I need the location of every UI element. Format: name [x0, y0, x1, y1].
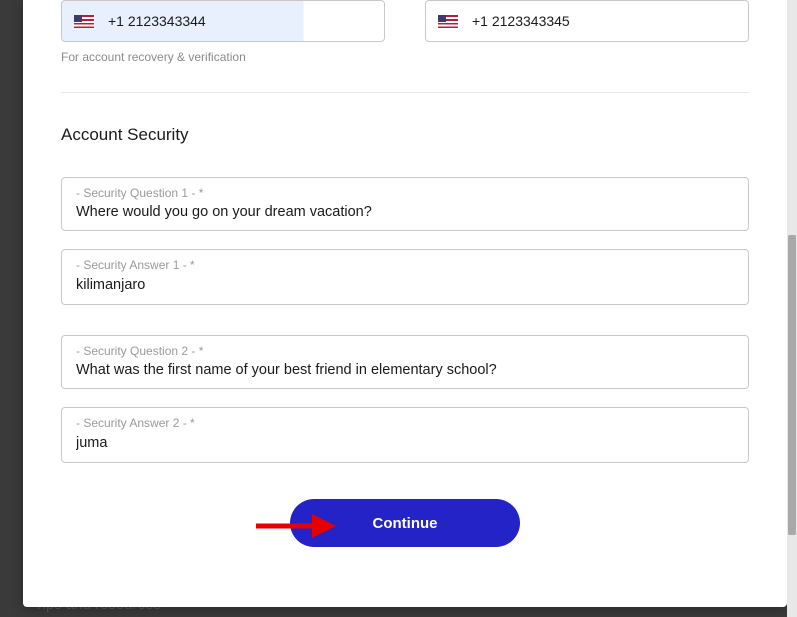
field-label: - Security Answer 1 - * — [76, 258, 734, 272]
security-question-1-field[interactable]: - Security Question 1 - * Where would yo… — [61, 177, 749, 231]
field-label: - Security Answer 2 - * — [76, 416, 734, 430]
field-label: - Security Question 1 - * — [76, 186, 734, 200]
phone-helper-text: For account recovery & verification — [61, 50, 749, 64]
phone-2-value: +1 2123343345 — [472, 13, 570, 29]
security-answer-1-field[interactable]: - Security Answer 1 - * — [61, 249, 749, 305]
us-flag-icon — [438, 15, 458, 28]
phone-input-2[interactable]: +1 2123343345 — [425, 0, 749, 42]
us-flag-icon — [74, 15, 94, 28]
security-answer-2-field[interactable]: - Security Answer 2 - * — [61, 407, 749, 463]
page-scrollbar-thumb[interactable] — [788, 235, 796, 535]
form-modal: +1 2123343344 +1 2123343345 For account … — [23, 0, 787, 607]
page-scrollbar-track[interactable] — [787, 0, 797, 617]
security-answer-2-input[interactable] — [76, 435, 734, 451]
section-title-security: Account Security — [61, 125, 749, 145]
field-label: - Security Question 2 - * — [76, 344, 734, 358]
security-question-2-value: What was the first name of your best fri… — [76, 362, 734, 378]
continue-button[interactable]: Continue — [290, 499, 520, 547]
security-question-1-value: Where would you go on your dream vacatio… — [76, 204, 734, 220]
section-divider — [61, 92, 749, 93]
phone-row: +1 2123343344 +1 2123343345 — [61, 0, 749, 42]
security-answer-1-input[interactable] — [76, 277, 734, 293]
phone-1-value: +1 2123343344 — [108, 13, 206, 29]
security-question-2-field[interactable]: - Security Question 2 - * What was the f… — [61, 335, 749, 389]
continue-wrap: Continue — [61, 499, 749, 547]
phone-input-1[interactable]: +1 2123343344 — [61, 0, 385, 42]
